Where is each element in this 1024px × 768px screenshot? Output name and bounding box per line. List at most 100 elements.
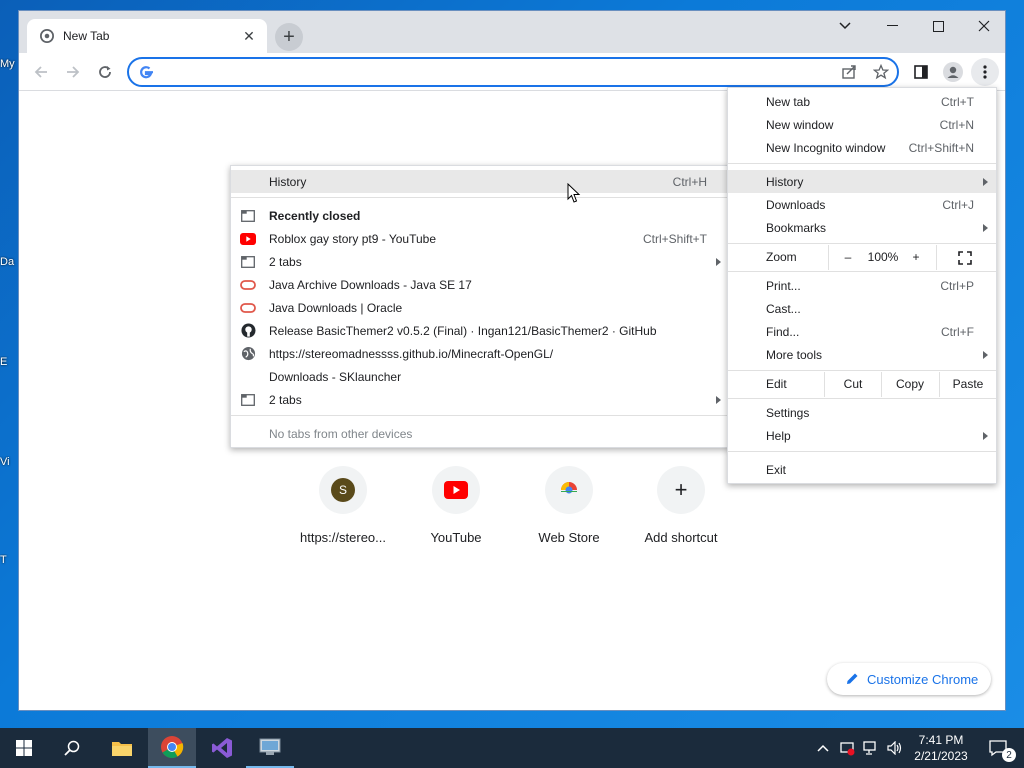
reload-icon[interactable] bbox=[91, 58, 119, 86]
shortcut-label: Web Store bbox=[538, 530, 600, 545]
side-panel-icon[interactable] bbox=[907, 58, 935, 86]
clock[interactable]: 7:41 PM 2/21/2023 bbox=[910, 728, 972, 768]
menu-item-cast[interactable]: Cast... bbox=[728, 297, 996, 320]
menu-label: Settings bbox=[766, 405, 810, 420]
menu-item-new-incognito-window[interactable]: New Incognito window Ctrl+Shift+N bbox=[728, 136, 996, 159]
close-tab-icon[interactable]: ✕ bbox=[241, 28, 257, 44]
desktop-icon-label[interactable]: E bbox=[0, 356, 18, 368]
tab-title: New Tab bbox=[63, 29, 110, 43]
maximize-icon[interactable] bbox=[915, 11, 961, 41]
minimize-icon[interactable] bbox=[869, 11, 915, 41]
fullscreen-icon[interactable] bbox=[958, 251, 972, 268]
menu-item-help[interactable]: Help bbox=[728, 424, 996, 447]
start-button[interactable] bbox=[0, 728, 48, 768]
menu-shortcut: Ctrl+N bbox=[939, 117, 974, 132]
history-entry-label: 2 tabs bbox=[269, 392, 302, 407]
desktop-icon-label[interactable]: T bbox=[0, 554, 18, 566]
history-entry[interactable]: https://stereomadnessss.github.io/Minecr… bbox=[231, 342, 729, 365]
submenu-arrow-icon bbox=[983, 350, 988, 359]
divider bbox=[936, 245, 937, 270]
notification-center-icon[interactable]: 2 bbox=[978, 728, 1018, 768]
copy-button[interactable]: Copy bbox=[882, 377, 938, 391]
taskbar: 7:41 PM 2/21/2023 2 bbox=[0, 728, 1024, 768]
history-label: History bbox=[269, 174, 307, 189]
menu-label: New window bbox=[766, 117, 834, 132]
desktop-icon-label[interactable]: My bbox=[0, 58, 18, 70]
divider bbox=[728, 271, 996, 272]
menu-label: Exit bbox=[766, 462, 787, 477]
shortcut-tile[interactable]: YouTube bbox=[400, 466, 512, 545]
new-tab-button[interactable]: + bbox=[275, 23, 303, 51]
github-icon bbox=[240, 323, 256, 339]
history-entry[interactable]: Java Downloads | Oracle bbox=[231, 296, 729, 319]
tray-chevron-icon[interactable] bbox=[812, 728, 834, 768]
security-alert-icon[interactable] bbox=[836, 728, 858, 768]
forward-icon[interactable] bbox=[59, 58, 87, 86]
divider bbox=[728, 370, 996, 371]
file-explorer-icon[interactable] bbox=[98, 728, 146, 768]
desktop-icon-label[interactable]: Vi bbox=[0, 456, 18, 468]
menu-item-bookmarks[interactable]: Bookmarks bbox=[728, 216, 996, 239]
menu-item-history[interactable]: History bbox=[728, 170, 996, 193]
shortcut-label: https://stereo... bbox=[300, 530, 386, 545]
volume-icon[interactable] bbox=[884, 728, 906, 768]
shortcut-label: Add shortcut bbox=[644, 530, 718, 545]
history-entry-label: Roblox gay story pt9 - YouTube bbox=[269, 231, 436, 246]
profile-avatar[interactable] bbox=[939, 58, 967, 86]
history-item[interactable]: History Ctrl+H bbox=[231, 170, 729, 193]
submenu-arrow-icon bbox=[716, 257, 721, 266]
tab-new-tab[interactable]: New Tab ✕ bbox=[27, 19, 267, 53]
paste-button[interactable]: Paste bbox=[940, 377, 996, 391]
mouse-cursor-icon bbox=[567, 182, 581, 207]
omnibox-input[interactable] bbox=[159, 63, 839, 81]
globe-icon bbox=[240, 346, 256, 362]
visual-studio-icon[interactable] bbox=[198, 728, 246, 768]
cut-button[interactable]: Cut bbox=[825, 377, 881, 391]
history-entry[interactable]: Downloads - SKlauncher bbox=[231, 365, 729, 388]
share-icon[interactable] bbox=[841, 64, 857, 83]
menu-item-more-tools[interactable]: More tools bbox=[728, 343, 996, 366]
history-entry[interactable]: 2 tabs bbox=[231, 388, 729, 411]
customize-chrome-button[interactable]: Customize Chrome bbox=[827, 663, 991, 695]
letter-s-icon: S bbox=[331, 478, 355, 502]
shortcut-tile[interactable]: + Add shortcut bbox=[625, 466, 737, 545]
search-icon[interactable] bbox=[48, 728, 96, 768]
history-entry-label: Java Archive Downloads - Java SE 17 bbox=[269, 277, 472, 292]
history-entry[interactable]: 2 tabs bbox=[231, 250, 729, 273]
close-window-icon[interactable] bbox=[961, 11, 1005, 41]
shortcut-tile[interactable]: S https://stereo... bbox=[287, 466, 399, 545]
bookmark-star-icon[interactable] bbox=[872, 63, 890, 83]
chrome-taskbar-icon[interactable] bbox=[148, 728, 196, 768]
youtube-icon bbox=[240, 231, 256, 247]
history-entry-label: Java Downloads | Oracle bbox=[269, 300, 403, 315]
menu-item-exit[interactable]: Exit bbox=[728, 458, 996, 481]
menu-label: Help bbox=[766, 428, 791, 443]
chrome-icon bbox=[39, 28, 55, 44]
shortcut-icon-bg: S bbox=[319, 466, 367, 514]
network-icon[interactable] bbox=[860, 728, 882, 768]
history-entry[interactable]: Roblox gay story pt9 - YouTube Ctrl+Shif… bbox=[231, 227, 729, 250]
zoom-out-button[interactable]: – bbox=[838, 250, 858, 264]
history-entry-shortcut: Ctrl+Shift+T bbox=[642, 231, 707, 246]
history-entry[interactable]: Release BasicThemer2 v0.5.2 (Final) · In… bbox=[231, 319, 729, 342]
menu-item-new-tab[interactable]: New tab Ctrl+T bbox=[728, 90, 996, 113]
menu-item-settings[interactable]: Settings bbox=[728, 401, 996, 424]
recently-closed-label: Recently closed bbox=[269, 208, 361, 223]
shortcut-tile[interactable]: Web Store bbox=[513, 466, 625, 545]
history-entry[interactable]: Java Archive Downloads - Java SE 17 bbox=[231, 273, 729, 296]
customize-label: Customize Chrome bbox=[867, 671, 979, 687]
menu-item-print[interactable]: Print... Ctrl+P bbox=[728, 274, 996, 297]
menu-item-downloads[interactable]: Downloads Ctrl+J bbox=[728, 193, 996, 216]
toolbar bbox=[19, 53, 1005, 91]
zoom-in-button[interactable]: + bbox=[906, 250, 926, 264]
menu-item-new-window[interactable]: New window Ctrl+N bbox=[728, 113, 996, 136]
submenu-arrow-icon bbox=[983, 431, 988, 440]
tab-search-icon[interactable] bbox=[822, 11, 868, 41]
desktop-icon-label[interactable]: Da bbox=[0, 256, 18, 268]
back-icon[interactable] bbox=[27, 58, 55, 86]
menu-item-find[interactable]: Find... Ctrl+F bbox=[728, 320, 996, 343]
omnibox[interactable] bbox=[127, 57, 899, 87]
menu-shortcut: Ctrl+P bbox=[940, 278, 974, 293]
menu-kebab-icon[interactable] bbox=[971, 58, 999, 86]
control-panel-icon[interactable] bbox=[246, 728, 294, 768]
